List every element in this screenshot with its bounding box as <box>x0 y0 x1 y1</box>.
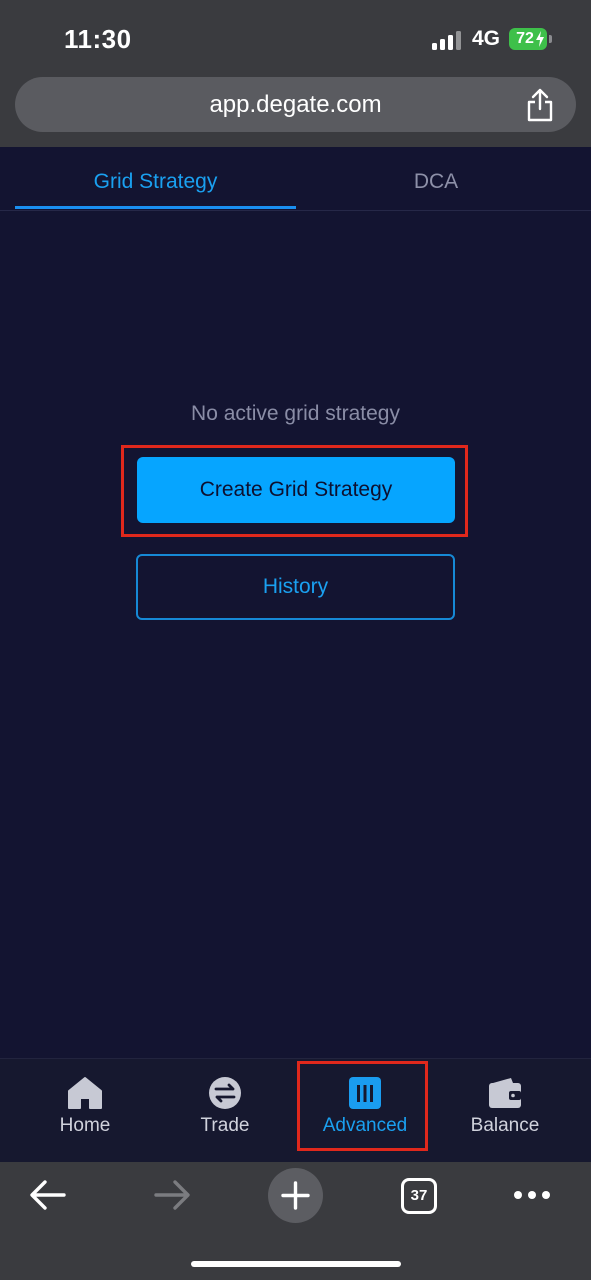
address-bar[interactable]: app.degate.com <box>15 77 576 132</box>
network-type: 4G <box>472 27 501 50</box>
battery-level: 72 <box>516 30 534 47</box>
back-arrow-icon[interactable] <box>28 1178 68 1212</box>
battery-icon: 72 <box>509 28 547 50</box>
tab-dca[interactable]: DCA <box>296 148 576 210</box>
swap-icon <box>209 1077 241 1109</box>
browser-top-chrome: 11:30 4G 72 app.degate.com <box>0 0 591 147</box>
empty-state-message: No active grid strategy <box>191 402 400 425</box>
forward-arrow-icon[interactable] <box>152 1178 192 1212</box>
battery-nub <box>549 35 552 43</box>
more-icon[interactable] <box>513 1190 551 1200</box>
new-tab-button[interactable] <box>268 1168 323 1223</box>
share-icon[interactable] <box>525 88 555 122</box>
active-tab-indicator <box>15 206 296 209</box>
nav-item-balance[interactable]: Balance <box>435 1059 575 1163</box>
wallet-icon <box>489 1078 521 1108</box>
nav-label-trade: Trade <box>200 1115 250 1136</box>
charging-bolt-icon <box>536 31 544 47</box>
home-indicator <box>191 1261 401 1267</box>
strategy-tabs: Grid Strategy DCA <box>0 148 591 211</box>
cellular-signal-icon <box>432 30 462 50</box>
home-icon <box>68 1077 102 1109</box>
tab-count-button[interactable]: 37 <box>401 1178 437 1214</box>
history-button[interactable]: History <box>136 554 455 620</box>
highlight-annotation-advanced <box>297 1061 428 1151</box>
status-bar: 11:30 4G 72 <box>0 0 591 70</box>
url-text: app.degate.com <box>209 91 382 118</box>
nav-label-balance: Balance <box>470 1115 540 1136</box>
bottom-navigation: Home Trade Advanced Balance <box>0 1058 591 1162</box>
nav-item-home[interactable]: Home <box>15 1059 155 1163</box>
plus-icon <box>281 1181 310 1210</box>
tab-grid-strategy[interactable]: Grid Strategy <box>15 148 296 210</box>
status-time: 11:30 <box>64 24 132 54</box>
nav-label-home: Home <box>59 1115 111 1136</box>
create-grid-strategy-button[interactable]: Create Grid Strategy <box>137 457 455 523</box>
nav-item-trade[interactable]: Trade <box>155 1059 295 1163</box>
